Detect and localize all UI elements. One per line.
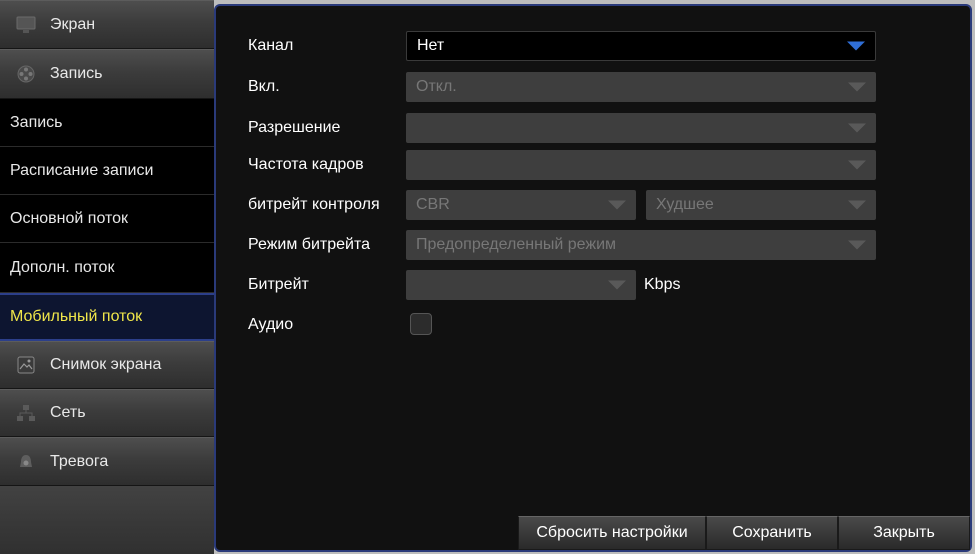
snapshot-icon — [17, 356, 35, 374]
row-framerate: Частота кадров — [216, 149, 974, 181]
sidebar-item-label: Мобильный поток — [10, 308, 143, 325]
sidebar-category-display[interactable]: Экран — [0, 0, 214, 49]
sidebar-category-label: Сеть — [50, 404, 86, 421]
film-reel-icon — [17, 65, 35, 83]
sidebar-category-network[interactable]: Сеть — [0, 389, 214, 437]
close-button[interactable]: Закрыть — [838, 516, 970, 550]
monitor-icon — [16, 16, 36, 33]
alarm-icon — [20, 454, 32, 467]
audio-label: Аудио — [248, 316, 294, 333]
sidebar-item-label: Основной поток — [10, 209, 129, 227]
chevron-down-icon — [608, 200, 626, 210]
dvr-settings-window: Экран Запись Запись Расписание записи Ос… — [0, 0, 975, 554]
row-resolution: Разрешение — [216, 112, 974, 144]
sidebar-item-label: Дополн. поток — [10, 258, 115, 276]
bitrate-quality-value: Худшее — [656, 196, 714, 213]
sidebar-item-mobile-stream[interactable]: Мобильный поток — [0, 293, 214, 341]
row-audio: Аудио — [216, 309, 974, 341]
bitrate-quality-select[interactable]: Худшее — [646, 190, 876, 220]
row-bitrate: Битрейт Kbps — [216, 269, 974, 301]
network-icon — [17, 405, 35, 421]
audio-checkbox[interactable] — [410, 313, 432, 335]
framerate-label: Частота кадров — [248, 156, 364, 173]
chevron-down-icon — [848, 240, 866, 250]
reset-settings-button[interactable]: Сбросить настройки — [518, 516, 706, 550]
bitrate-control-label: битрейт контроля — [248, 196, 380, 213]
bitrate-mode-label: Режим битрейта — [248, 236, 370, 253]
channel-label: Канал — [248, 37, 294, 54]
chevron-down-icon — [848, 123, 866, 133]
chevron-down-icon — [608, 280, 626, 290]
sidebar-category-record[interactable]: Запись — [0, 49, 214, 99]
sidebar-item-record[interactable]: Запись — [0, 99, 214, 147]
channel-select[interactable]: Нет — [406, 31, 876, 61]
bitrate-mode-select[interactable]: Предопределенный режим — [406, 230, 876, 260]
framerate-select[interactable] — [406, 150, 876, 180]
sidebar-category-label: Запись — [50, 65, 103, 82]
sidebar-category-label: Тревога — [50, 452, 109, 470]
sidebar-item-main-stream[interactable]: Основной поток — [0, 195, 214, 243]
resolution-label: Разрешение — [248, 119, 341, 136]
save-button[interactable]: Сохранить — [706, 516, 838, 550]
sidebar-item-label: Запись — [10, 113, 63, 131]
bitrate-control-mode-select[interactable]: CBR — [406, 190, 636, 220]
sidebar-item-sub-stream[interactable]: Дополн. поток — [0, 243, 214, 293]
row-bitrate-control: битрейт контроля CBR Худшее — [216, 189, 974, 221]
channel-value: Нет — [417, 37, 445, 54]
bitrate-mode-value: Предопределенный режим — [416, 236, 617, 253]
chevron-down-icon — [848, 82, 866, 92]
chevron-down-icon — [848, 160, 866, 170]
sidebar-category-snapshot[interactable]: Снимок экрана — [0, 341, 214, 389]
bitrate-label: Битрейт — [248, 276, 309, 293]
bitrate-control-mode-value: CBR — [416, 196, 450, 213]
enable-value: Откл. — [416, 78, 457, 95]
sidebar-category-label: Экран — [50, 15, 96, 33]
row-channel: Канал Нет — [216, 30, 974, 62]
chevron-down-icon — [848, 200, 866, 210]
enable-label: Вкл. — [248, 78, 280, 95]
sidebar-empty-area — [0, 486, 214, 554]
sidebar-category-alarm[interactable]: Тревога — [0, 437, 214, 486]
enable-select[interactable]: Откл. — [406, 72, 876, 102]
sidebar: Экран Запись Запись Расписание записи Ос… — [0, 0, 214, 554]
resolution-select[interactable] — [406, 113, 876, 143]
row-bitrate-mode: Режим битрейта Предопределенный режим — [216, 229, 974, 261]
sidebar-category-label: Снимок экрана — [50, 356, 162, 373]
sidebar-item-record-schedule[interactable]: Расписание записи — [0, 147, 214, 195]
bitrate-unit: Kbps — [644, 276, 681, 293]
row-enable: Вкл. Откл. — [216, 71, 974, 103]
chevron-down-icon — [847, 41, 865, 51]
settings-panel: Канал Нет Вкл. Откл. Разрешение Частота — [214, 4, 972, 552]
bitrate-select[interactable] — [406, 270, 636, 300]
sidebar-item-label: Расписание записи — [10, 161, 154, 179]
